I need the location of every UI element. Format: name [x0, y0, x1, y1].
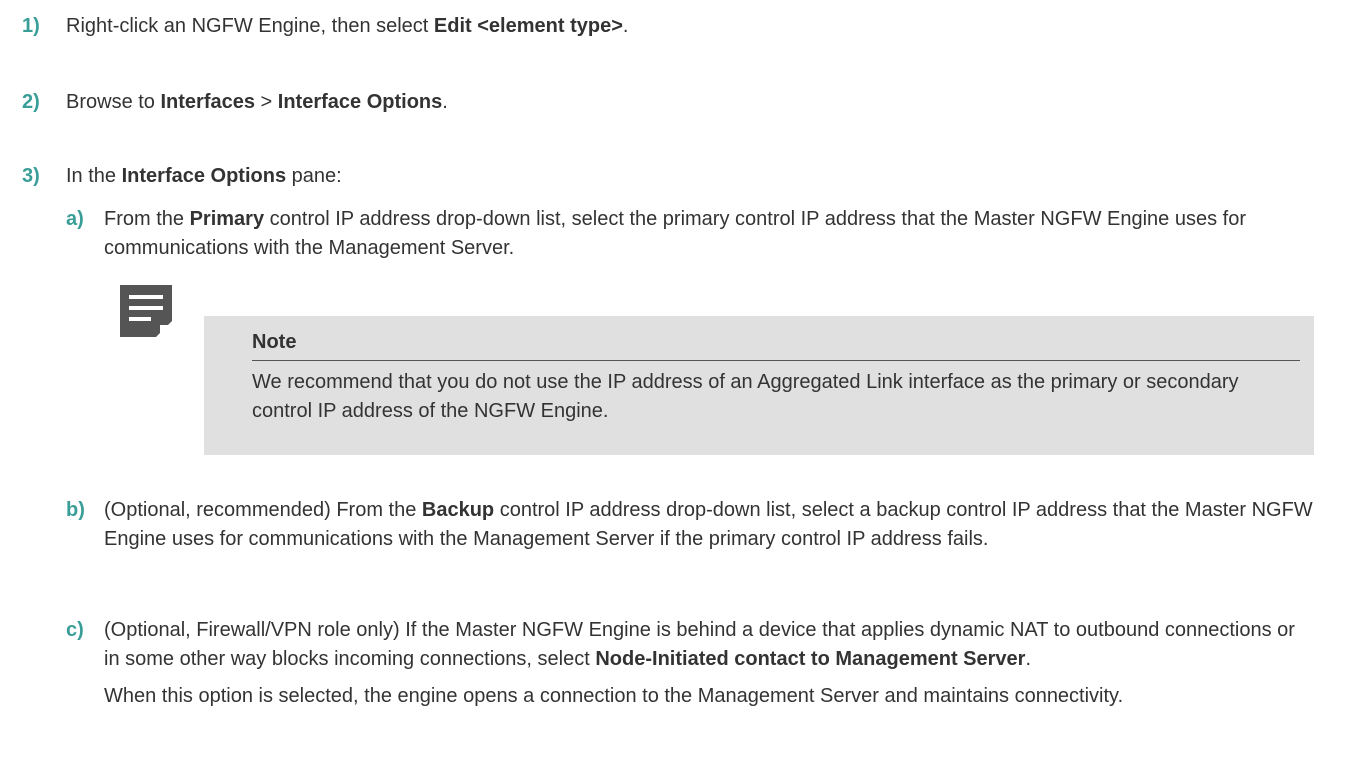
- step-text: Browse to Interfaces > Interface Options…: [66, 91, 448, 113]
- substep-text: (Optional, Firewall/VPN role only) If th…: [104, 616, 1316, 711]
- substep-number: a): [66, 208, 84, 230]
- substep-text: (Optional, recommended) From the Backup …: [104, 499, 1313, 550]
- substep-number: c): [66, 619, 84, 641]
- ui-label: Interfaces: [160, 91, 255, 113]
- ui-label: Backup: [421, 499, 495, 521]
- note-icon: [120, 285, 172, 337]
- note-divider: [252, 360, 1300, 361]
- note-text: We recommend that you do not use the IP …: [252, 371, 1239, 422]
- step-text: In the Interface Options pane:: [66, 165, 342, 187]
- ui-label: Interface Options: [277, 91, 443, 113]
- substep-number: b): [66, 499, 85, 521]
- ui-label: Primary: [189, 208, 265, 230]
- ui-label: Edit <element type>: [433, 15, 623, 37]
- step-number: 3): [22, 165, 40, 187]
- note-box: Note We recommend that you do not use th…: [204, 316, 1314, 455]
- substep-text: From the Primary control IP address drop…: [104, 208, 1246, 259]
- note-title: Note: [252, 331, 297, 353]
- step-number: 1): [22, 15, 40, 37]
- ui-label: Node-Initiated contact to Management Ser…: [595, 648, 1026, 670]
- step-number: 2): [22, 91, 40, 113]
- step-text: Right-click an NGFW Engine, then select …: [66, 15, 629, 37]
- ui-label: Interface Options: [121, 165, 287, 187]
- followup-text: When this option is selected, the engine…: [104, 685, 1124, 707]
